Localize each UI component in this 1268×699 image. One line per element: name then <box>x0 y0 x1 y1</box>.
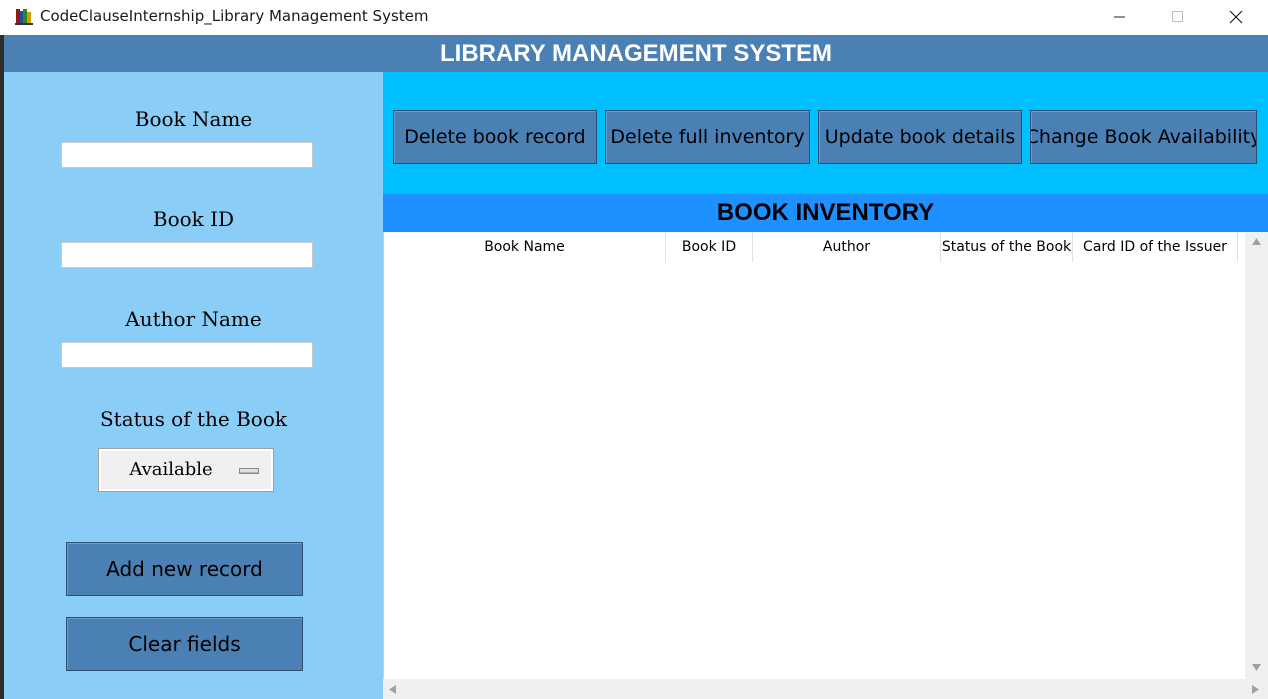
column-header-book-id[interactable]: Book ID <box>666 232 753 262</box>
scroll-right-icon[interactable] <box>1251 684 1260 695</box>
status-dropdown[interactable]: Available <box>98 448 274 492</box>
column-header-card-id[interactable]: Card ID of the Issuer <box>1073 232 1238 262</box>
column-header-book-name[interactable]: Book Name <box>384 232 666 262</box>
vertical-scrollbar[interactable] <box>1245 232 1268 679</box>
books-icon <box>15 9 33 25</box>
inventory-table[interactable]: Book Name Book ID Author Status of the B… <box>383 232 1246 679</box>
book-name-label: Book Name <box>134 107 253 131</box>
author-name-input[interactable] <box>61 342 313 368</box>
horizontal-scrollbar[interactable] <box>383 679 1268 699</box>
app-window: CodeClauseInternship_Library Management … <box>0 0 1268 699</box>
book-id-input[interactable] <box>61 242 313 268</box>
maximize-button[interactable] <box>1149 0 1207 33</box>
title-bar: CodeClauseInternship_Library Management … <box>0 0 1268 36</box>
scroll-down-icon[interactable] <box>1251 663 1262 672</box>
book-id-label: Book ID <box>152 207 235 231</box>
column-header-author[interactable]: Author <box>753 232 941 262</box>
column-header-status[interactable]: Status of the Book <box>941 232 1073 262</box>
minimize-icon <box>1114 16 1125 17</box>
close-icon <box>1229 10 1243 23</box>
inventory-title: BOOK INVENTORY <box>383 194 1268 232</box>
app-header: LIBRARY MANAGEMENT SYSTEM <box>4 35 1268 72</box>
book-form-panel: Book Name Book ID Author Name Status of … <box>4 72 384 699</box>
actions-panel: Delete book record Delete full inventory… <box>383 72 1268 194</box>
add-record-button[interactable]: Add new record <box>66 542 303 596</box>
status-label: Status of the Book <box>99 407 287 431</box>
change-availability-button[interactable]: Change Book Availability <box>1030 110 1257 164</box>
scroll-left-icon[interactable] <box>388 684 397 695</box>
maximize-icon <box>1172 10 1183 22</box>
author-name-label: Author Name <box>125 307 262 331</box>
book-name-input[interactable] <box>61 142 313 168</box>
clear-fields-button[interactable]: Clear fields <box>66 617 303 671</box>
update-details-button[interactable]: Update book details <box>818 110 1022 164</box>
dropdown-indicator-icon <box>239 468 259 474</box>
minimize-button[interactable] <box>1091 0 1149 33</box>
delete-inventory-button[interactable]: Delete full inventory <box>605 110 810 164</box>
window-title: CodeClauseInternship_Library Management … <box>40 7 429 25</box>
status-selected-value: Available <box>129 459 213 480</box>
close-button[interactable] <box>1207 0 1265 33</box>
delete-record-button[interactable]: Delete book record <box>393 110 597 164</box>
scroll-up-icon[interactable] <box>1251 237 1262 246</box>
